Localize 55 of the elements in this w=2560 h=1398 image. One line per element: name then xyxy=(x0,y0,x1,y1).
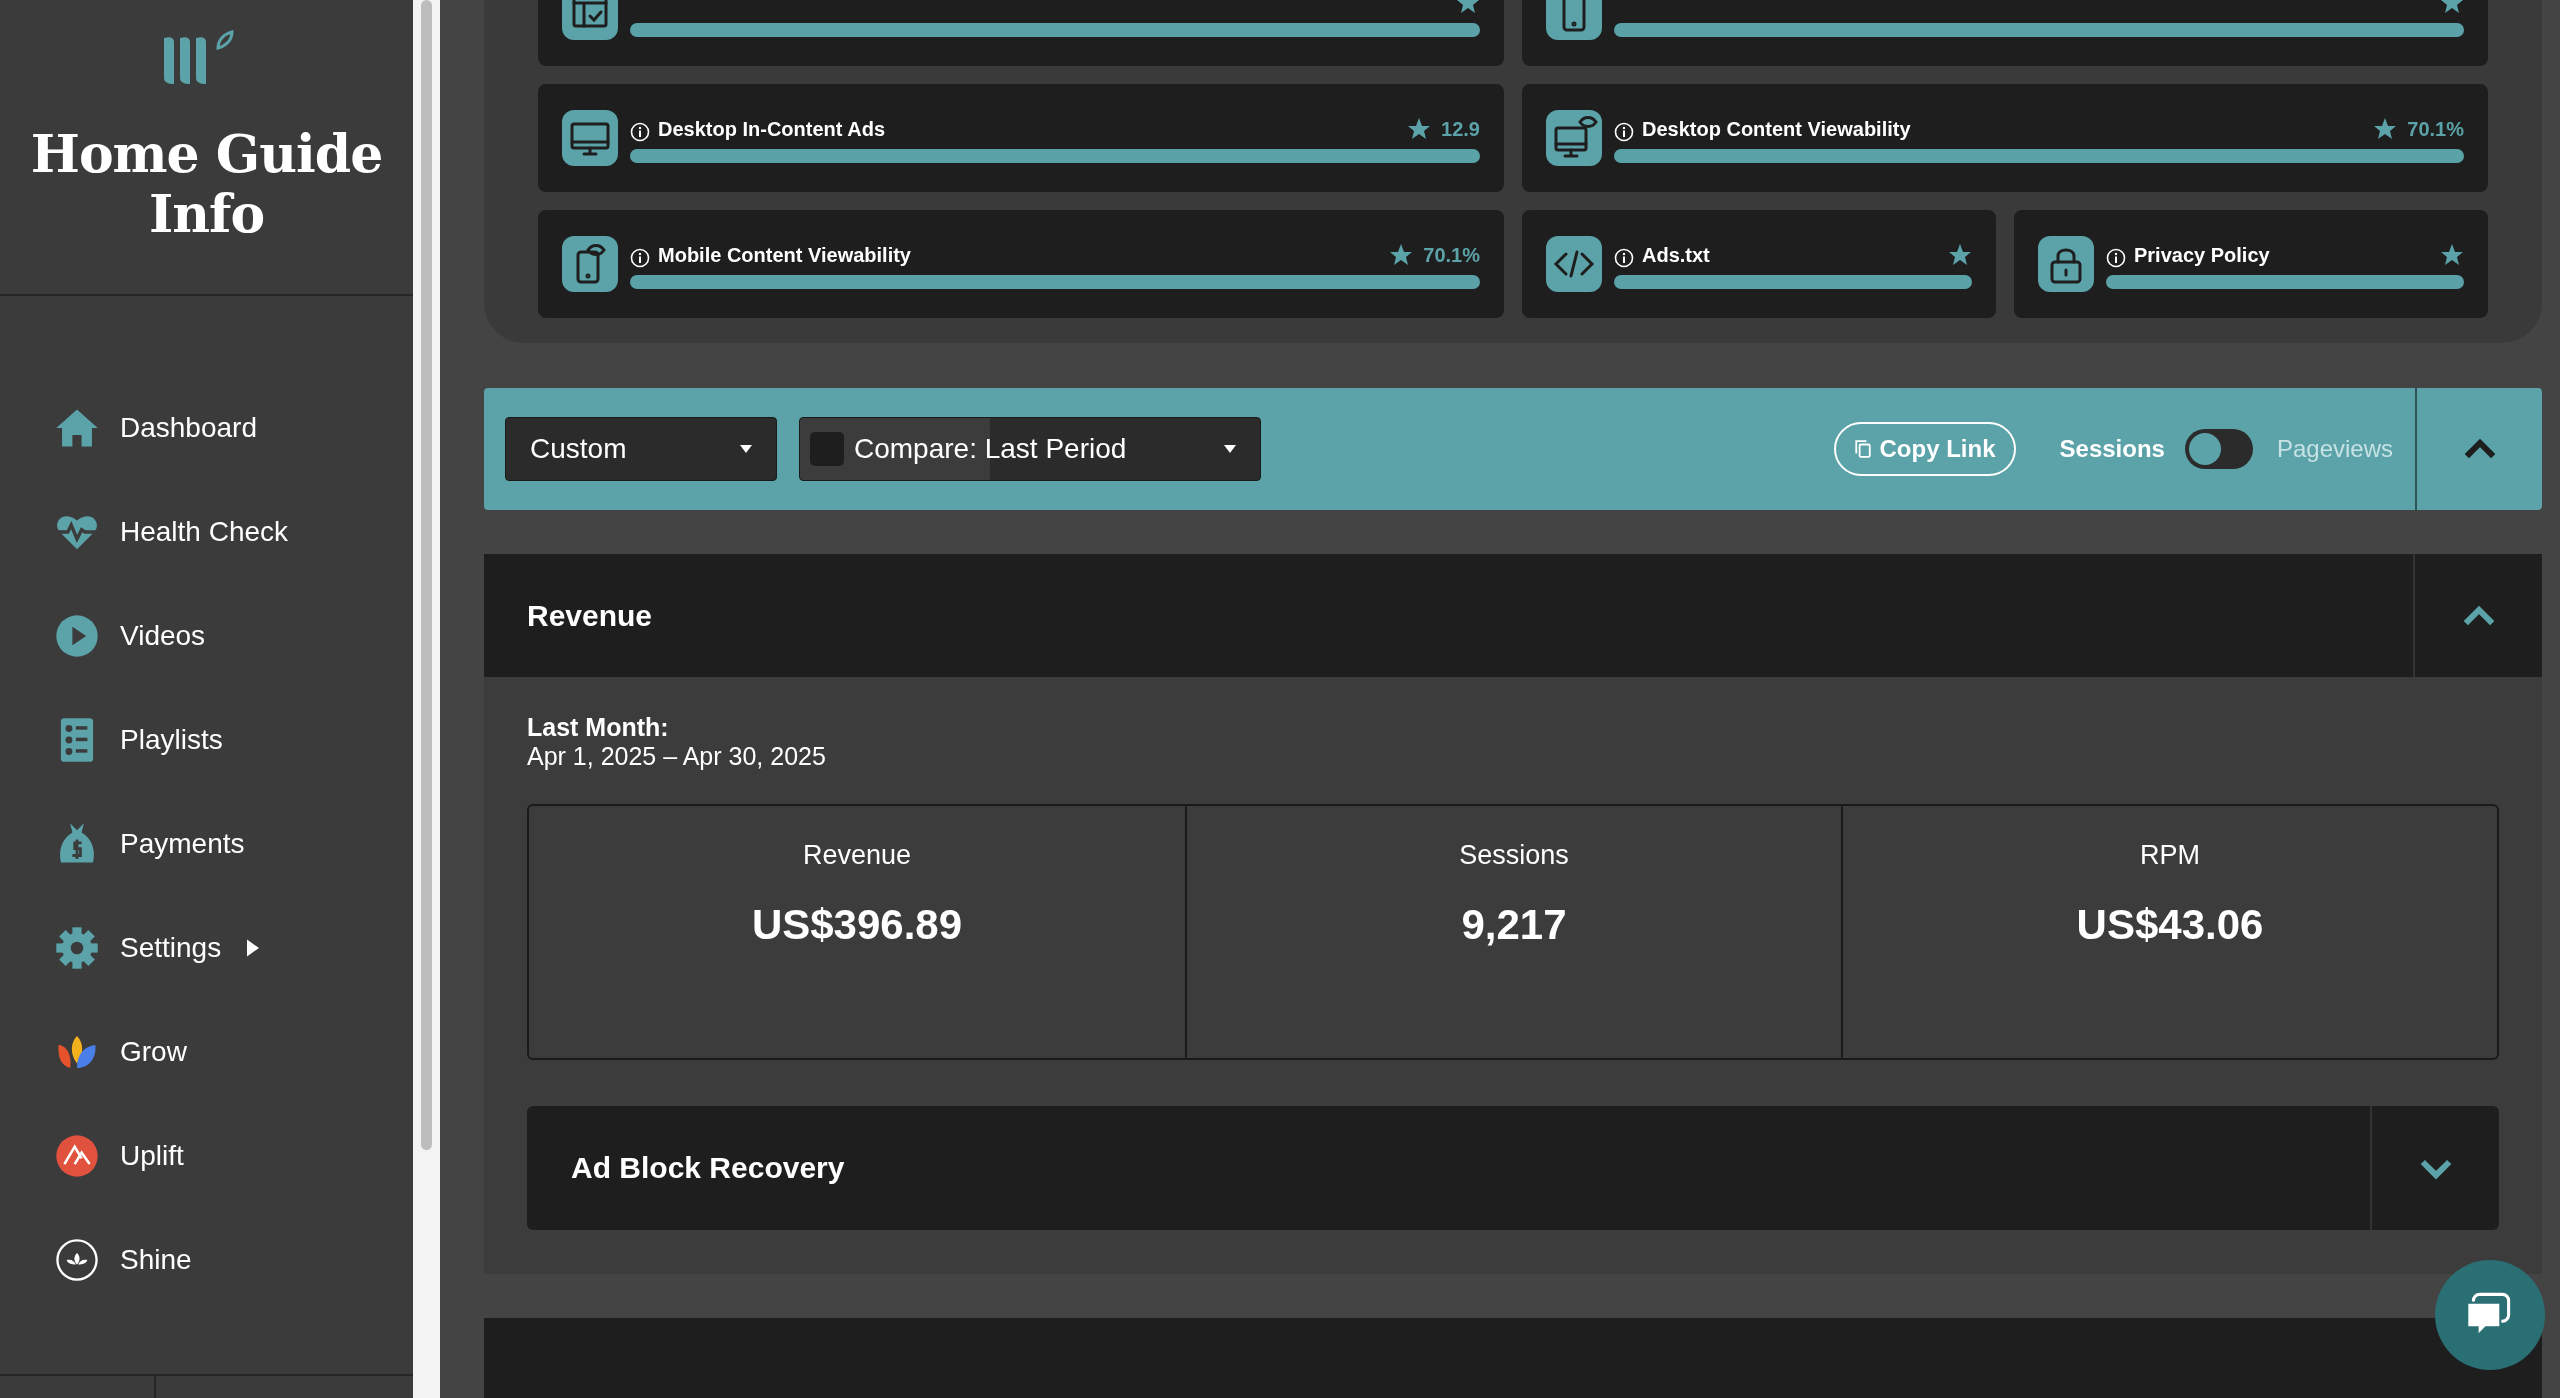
nav-item[interactable]: Dashboard xyxy=(54,376,413,480)
nav-item[interactable]: Videos xyxy=(54,584,413,688)
nav-item[interactable]: Shine xyxy=(54,1208,413,1312)
stat-label: RPM xyxy=(2140,840,2200,871)
info-icon[interactable] xyxy=(630,248,650,268)
lock-icon xyxy=(2038,236,2094,292)
lotus-icon xyxy=(54,1237,100,1283)
nav-item[interactable]: Playlists xyxy=(54,688,413,792)
nav-item[interactable]: Grow xyxy=(54,1000,413,1104)
toggle-label: Sessions xyxy=(2059,435,2165,463)
stat-value: 9,217 xyxy=(1461,901,1567,949)
nav-item[interactable]: Health Check xyxy=(54,480,413,584)
compare-checkbox[interactable] xyxy=(810,432,844,466)
star-icon xyxy=(1948,243,1972,267)
health-card: Desktop In-Content Ads 12.9 xyxy=(538,84,1504,192)
play-icon xyxy=(54,613,100,659)
scrollbar-thumb[interactable] xyxy=(421,0,432,1150)
nav-item[interactable]: Payments xyxy=(54,792,413,896)
monitor-eye-icon xyxy=(1546,110,1602,166)
star-icon xyxy=(1389,243,1414,267)
nav-item[interactable]: Uplift xyxy=(54,1104,413,1208)
settings-icon xyxy=(54,925,100,971)
info-icon[interactable] xyxy=(1614,248,1634,268)
section-header[interactable]: Ad Block Recovery xyxy=(527,1106,2499,1230)
star-icon xyxy=(1407,117,1432,141)
section-header[interactable]: Revenue xyxy=(484,554,2542,677)
stat-value: US$43.06 xyxy=(2076,901,2264,949)
compare-label: Compare: Last Period xyxy=(854,433,1127,465)
stat-label: Sessions xyxy=(1459,840,1569,871)
caret-down-icon xyxy=(1224,445,1236,453)
stat-value: US$396.89 xyxy=(751,901,963,949)
info-icon[interactable] xyxy=(1614,122,1634,142)
compare-dropdown[interactable]: Compare: Last Period xyxy=(799,417,1261,481)
period-label: Last Month: xyxy=(527,713,670,742)
copy-icon xyxy=(1853,438,1872,460)
period-dates: Apr 1, 2025 – Apr 30, 2025 xyxy=(527,742,827,771)
monitor-icon xyxy=(562,110,618,166)
star-icon xyxy=(2373,117,2398,141)
toggle-label: Pageviews xyxy=(2276,435,2393,463)
code-icon xyxy=(1546,236,1602,292)
health-card: Ads.txt xyxy=(1522,210,1996,318)
health-card: Privacy Policy xyxy=(2014,210,2488,318)
caret-down-icon xyxy=(740,445,752,453)
info-icon[interactable] xyxy=(630,122,650,142)
metric-toggle[interactable] xyxy=(2184,429,2253,469)
health-card: Mobile Content Viewability 70.1% xyxy=(538,210,1504,318)
phone-eye-icon xyxy=(562,236,618,292)
site-title: Home Guide Info xyxy=(29,124,384,244)
stat-label: Revenue xyxy=(802,840,912,871)
health-card: Desktop Content Viewability 70.1% xyxy=(1522,84,2488,192)
date-range-dropdown[interactable]: Custom xyxy=(505,417,777,481)
uplift-icon xyxy=(54,1133,100,1179)
info-icon[interactable] xyxy=(2106,248,2126,268)
nav-item[interactable]: Settings xyxy=(54,896,413,1000)
star-icon xyxy=(2440,243,2464,267)
